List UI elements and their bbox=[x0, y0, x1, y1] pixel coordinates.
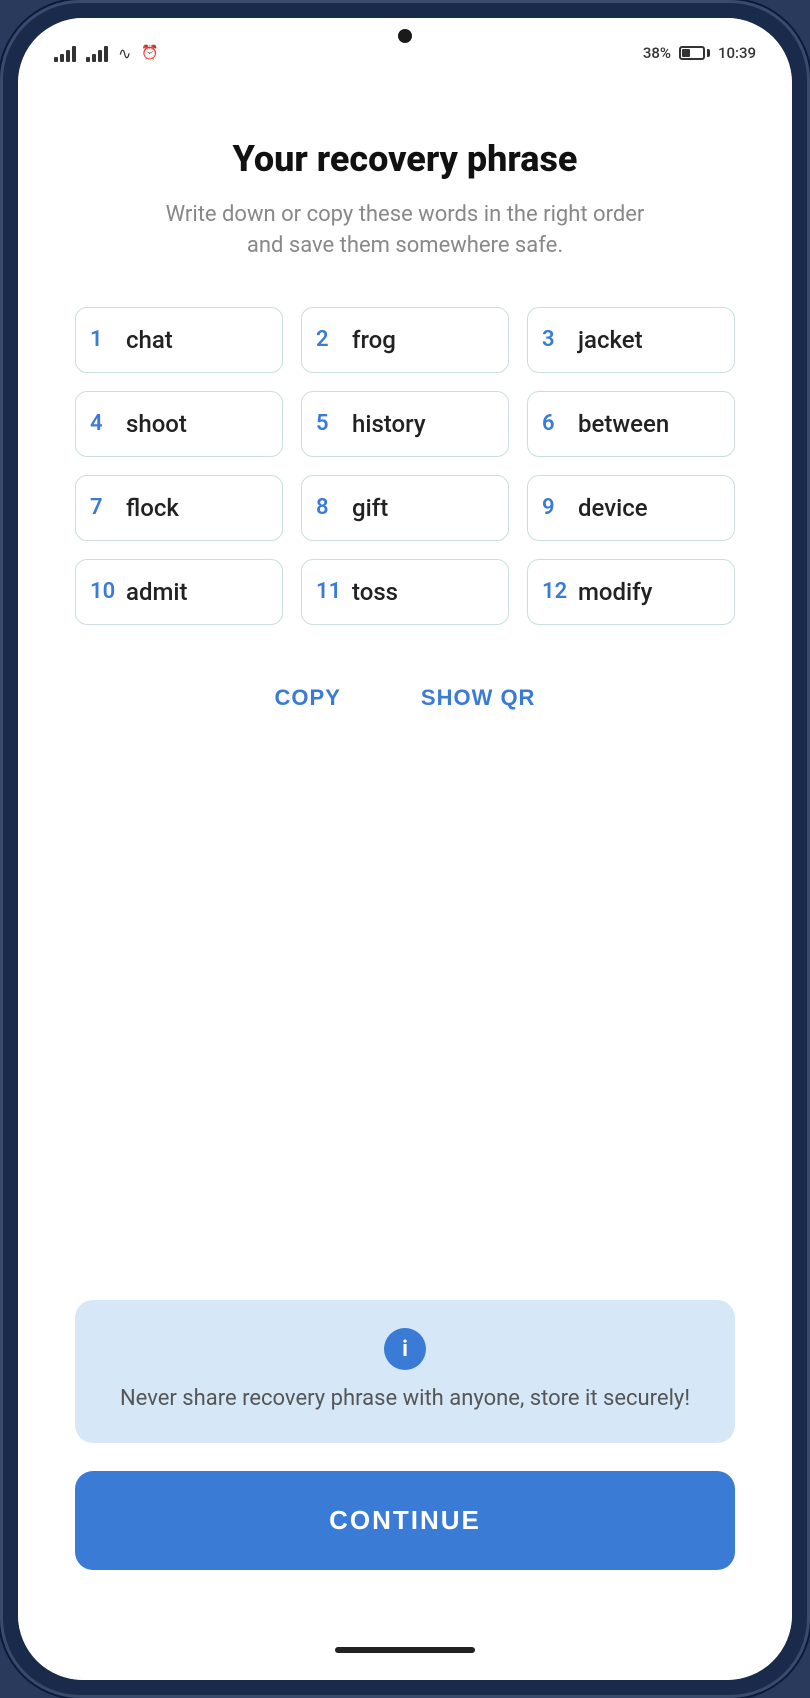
word-number: 9 bbox=[542, 495, 570, 520]
word-chip: 7 flock bbox=[75, 475, 283, 541]
word-chip: 9 device bbox=[527, 475, 735, 541]
time-display: 10:39 bbox=[718, 44, 756, 62]
word-text: frog bbox=[352, 326, 396, 354]
word-number: 5 bbox=[316, 411, 344, 436]
page-title: Your recovery phrase bbox=[233, 138, 578, 180]
word-number: 1 bbox=[90, 327, 118, 352]
camera-dot bbox=[398, 29, 412, 43]
word-text: flock bbox=[126, 494, 179, 522]
word-number: 2 bbox=[316, 327, 344, 352]
status-bar: ∿ ⏰ 38% 10:39 bbox=[18, 18, 792, 88]
word-chip: 3 jacket bbox=[527, 307, 735, 373]
word-number: 6 bbox=[542, 411, 570, 436]
word-number: 3 bbox=[542, 327, 570, 352]
home-indicator bbox=[335, 1647, 475, 1653]
signal-icon-2 bbox=[86, 44, 108, 62]
info-box: i Never share recovery phrase with anyon… bbox=[75, 1300, 735, 1443]
notch bbox=[355, 18, 455, 54]
word-text: gift bbox=[352, 494, 388, 522]
word-chip: 12 modify bbox=[527, 559, 735, 625]
word-chip: 4 shoot bbox=[75, 391, 283, 457]
word-text: shoot bbox=[126, 410, 187, 438]
words-grid: 1 chat 2 frog 3 jacket 4 shoot 5 history 6 between 7… bbox=[75, 307, 735, 625]
word-number: 8 bbox=[316, 495, 344, 520]
word-chip: 10 admit bbox=[75, 559, 283, 625]
info-text: Never share recovery phrase with anyone,… bbox=[120, 1384, 690, 1415]
battery-percent: 38% bbox=[643, 44, 671, 62]
word-chip: 11 toss bbox=[301, 559, 509, 625]
word-text: history bbox=[352, 410, 426, 438]
page-subtitle: Write down or copy these words in the ri… bbox=[155, 200, 655, 262]
info-icon: i bbox=[384, 1328, 426, 1370]
status-bar-left: ∿ ⏰ bbox=[54, 44, 159, 63]
continue-button[interactable]: CONTINUE bbox=[75, 1471, 735, 1570]
word-text: between bbox=[578, 410, 669, 438]
word-number: 10 bbox=[90, 579, 118, 604]
word-text: jacket bbox=[578, 326, 643, 354]
wifi-icon: ∿ bbox=[118, 44, 131, 63]
status-bar-right: 38% 10:39 bbox=[643, 44, 756, 62]
alarm-icon: ⏰ bbox=[141, 45, 158, 61]
word-number: 7 bbox=[90, 495, 118, 520]
word-chip: 5 history bbox=[301, 391, 509, 457]
phone-frame: ∿ ⏰ 38% 10:39 Your recovery phrase Wr bbox=[0, 0, 810, 1698]
word-chip: 6 between bbox=[527, 391, 735, 457]
word-chip: 8 gift bbox=[301, 475, 509, 541]
screen-content: Your recovery phrase Write down or copy … bbox=[18, 88, 792, 1620]
word-number: 11 bbox=[316, 579, 344, 604]
word-text: admit bbox=[126, 578, 187, 606]
battery-icon bbox=[679, 46, 710, 60]
word-text: toss bbox=[352, 578, 398, 606]
action-buttons: COPY SHOW QR bbox=[255, 675, 556, 721]
bottom-bar bbox=[18, 1620, 792, 1680]
phone-screen: ∿ ⏰ 38% 10:39 Your recovery phrase Wr bbox=[18, 18, 792, 1680]
word-text: modify bbox=[578, 578, 652, 606]
copy-button[interactable]: COPY bbox=[255, 675, 361, 721]
word-number: 12 bbox=[542, 579, 570, 604]
word-text: device bbox=[578, 494, 648, 522]
signal-icon-1 bbox=[54, 44, 76, 62]
word-chip: 1 chat bbox=[75, 307, 283, 373]
show-qr-button[interactable]: SHOW QR bbox=[401, 675, 556, 721]
word-text: chat bbox=[126, 326, 173, 354]
word-number: 4 bbox=[90, 411, 118, 436]
word-chip: 2 frog bbox=[301, 307, 509, 373]
